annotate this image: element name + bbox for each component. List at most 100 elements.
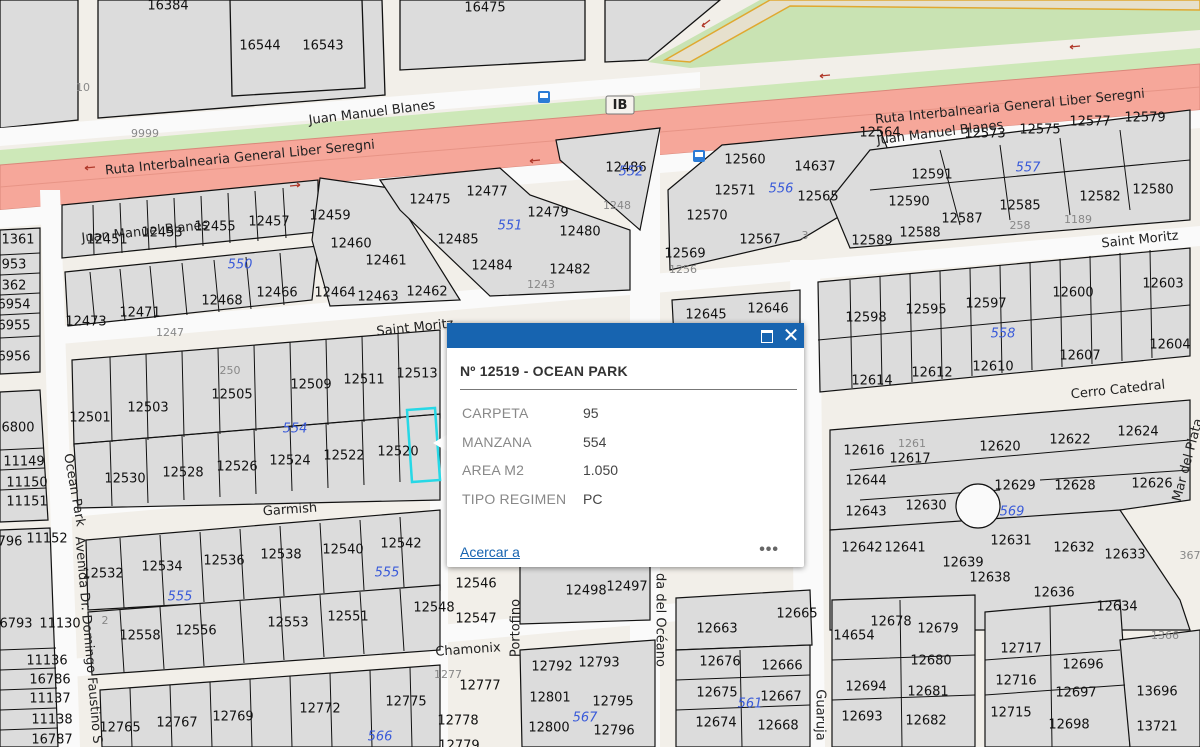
parcel-number-label: 12697 (1055, 686, 1096, 701)
parcel-number-label: 12675 (696, 686, 737, 701)
parcel-number-label: 12538 (260, 548, 301, 563)
parcel-number-label: 12569 (664, 247, 705, 262)
parcel-number-label: 12580 (1132, 183, 1173, 198)
address-number-label: 1366 (1151, 629, 1179, 642)
zoom-to-link[interactable]: Acercar a (460, 544, 520, 560)
address-number-label: 367 (1180, 549, 1200, 562)
parcel-number-label: 12471 (119, 306, 160, 321)
address-number-label: 1247 (156, 326, 184, 339)
parcel-number-label: 12801 (529, 691, 570, 706)
parcel-number-label: 16543 (302, 39, 343, 54)
parcel-number-label: 12778 (437, 714, 478, 729)
parcel-number-label: 12622 (1049, 433, 1090, 448)
parcel-number-label: 12632 (1053, 541, 1094, 556)
parcel-number-label: 12631 (990, 534, 1031, 549)
popup-pointer (433, 434, 448, 452)
parcel-number-label: 12589 (851, 234, 892, 249)
parcel-number-label: 12680 (910, 654, 951, 669)
parcel-number-label: 12547 (455, 612, 496, 627)
parcel-number-label: 12564 (859, 126, 900, 141)
parcel-number-label: 12482 (549, 263, 590, 278)
parcel-number-label: 12548 (413, 601, 454, 616)
parcel-number-label: 12676 (699, 655, 740, 670)
parcel-number-label: 12767 (156, 716, 197, 731)
parcel-number-label: 6956 (0, 350, 31, 365)
parcel-number-label: 953 (2, 258, 27, 273)
parcel-number-label: 16786 (29, 673, 70, 688)
parcel-number-label: 12717 (1000, 642, 1041, 657)
parcel-number-label: 12536 (203, 554, 244, 569)
parcel-number-label: 12579 (1124, 111, 1165, 126)
parcel-number-label: 12591 (911, 168, 952, 183)
block-number-label: 569 (1000, 505, 1025, 520)
parcel-number-label: 12560 (724, 153, 765, 168)
parcel-number-label: 12634 (1096, 600, 1137, 615)
parcel-number-label: 11136 (26, 654, 67, 669)
parcel-number-label: 16544 (239, 39, 280, 54)
parcel-number-label: 12644 (845, 474, 886, 489)
more-options-icon[interactable]: ••• (759, 541, 779, 559)
close-icon[interactable]: ✕ (782, 325, 800, 345)
address-number-label: 2 (102, 614, 109, 627)
parcel-number-label: 12792 (531, 660, 572, 675)
parcel-number-label: 12633 (1104, 548, 1145, 563)
parcel-number-label: 12595 (905, 303, 946, 318)
parcel-number-label: 12698 (1048, 718, 1089, 733)
attribute-key: MANZANA (462, 433, 532, 450)
bus-stop-icon[interactable] (693, 150, 705, 162)
parcel-number-label: 12571 (714, 184, 755, 199)
attribute-value: 554 (583, 433, 607, 450)
street-label: Portofino (509, 599, 524, 657)
parcel-number-label: 12598 (845, 311, 886, 326)
parcel-number-label: 12553 (267, 616, 308, 631)
parcel-number-label: 12451 (86, 233, 127, 248)
parcel-number-label: 14637 (794, 160, 835, 175)
parcel-number-label: 11138 (31, 713, 72, 728)
parcel-number-label: 12642 (841, 541, 882, 556)
address-number-label: 9999 (131, 127, 159, 140)
parcel-number-label: 12777 (459, 679, 500, 694)
attribute-row: AREA M2 1.050 (462, 456, 618, 485)
popup-title: Nº 12519 - OCEAN PARK (460, 363, 628, 379)
maximize-icon[interactable] (758, 326, 776, 344)
parcel-number-label: 12663 (696, 622, 737, 637)
attribute-value: 95 (583, 405, 599, 422)
address-number-label: 258 (1010, 219, 1031, 232)
parcel-number-label: 12604 (1149, 338, 1190, 353)
parcel-number-label: 12772 (299, 702, 340, 717)
parcel-number-label: 12558 (119, 629, 160, 644)
attribute-value: 1.050 (583, 462, 619, 479)
parcel-number-label: 12715 (990, 706, 1031, 721)
parcel-number-label: 12509 (290, 378, 331, 393)
parcel-number-label: 12479 (527, 206, 568, 221)
feature-popup: ✕ Nº 12519 - OCEAN PARK CARPETA 95 MANZA… (447, 323, 804, 567)
parcel-number-label: 12639 (942, 556, 983, 571)
parcel-number-label: 12716 (995, 674, 1036, 689)
parcel-number-label: 12765 (99, 721, 140, 736)
parcel-number-label: 12497 (606, 580, 647, 595)
parcel-number-label: 12796 (593, 724, 634, 739)
block-number-label: 556 (769, 182, 794, 197)
address-number-label: 1261 (898, 437, 926, 450)
parcel-number-label: 12485 (437, 233, 478, 248)
parcel-number-label: 12532 (82, 567, 123, 582)
bus-stop-icon[interactable] (538, 91, 550, 103)
parcel-number-label: 12455 (194, 220, 235, 235)
parcel-number-label: 12638 (969, 571, 1010, 586)
parcel-number-label: 12480 (559, 225, 600, 240)
parcel-number-label: 12614 (851, 374, 892, 389)
parcel-number-label: 12779 (438, 739, 479, 747)
block-number-label: 561 (738, 697, 763, 712)
address-number-label: 1189 (1064, 213, 1092, 226)
parcel-number-label: 6955 (0, 319, 31, 334)
parcel-number-label: 11149 (3, 455, 44, 470)
parcel-number-label: 12534 (141, 560, 182, 575)
popup-header: ✕ (447, 323, 804, 348)
parcel-number-label: 12565 (797, 190, 838, 205)
parcel-number-label: 6800 (1, 421, 34, 436)
parcel-number-label: 12693 (841, 710, 882, 725)
parcel-number-label: 12501 (69, 411, 110, 426)
parcel-number-label: 12682 (905, 714, 946, 729)
parcel-number-label: 11151 (6, 495, 47, 510)
parcel-number-label: 12665 (776, 607, 817, 622)
